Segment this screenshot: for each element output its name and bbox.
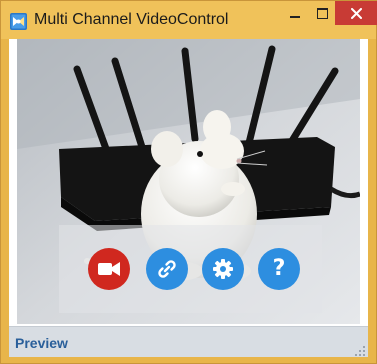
window-title: Multi Channel VideoControl (34, 11, 229, 28)
close-icon (350, 7, 362, 19)
close-button[interactable] (335, 1, 377, 25)
status-bar: Preview (9, 326, 368, 357)
maximize-icon (316, 7, 328, 19)
minimize-button[interactable] (281, 1, 309, 25)
minimize-icon (290, 16, 300, 18)
maximize-button[interactable] (309, 1, 335, 25)
gear-icon (213, 259, 233, 279)
link-button[interactable] (146, 248, 188, 290)
help-button[interactable]: ? (258, 248, 300, 290)
record-button[interactable] (88, 248, 130, 290)
app-window: Multi Channel VideoControl ? Preview (0, 0, 377, 364)
client-area: ? Preview (9, 39, 368, 357)
video-camera-icon (98, 262, 120, 276)
help-icon: ? (272, 256, 286, 281)
link-icon (158, 260, 176, 278)
status-label: Preview (15, 335, 68, 351)
title-bar[interactable]: Multi Channel VideoControl (1, 1, 377, 39)
app-icon (10, 13, 27, 30)
resize-grip-icon[interactable] (355, 346, 365, 356)
settings-button[interactable] (202, 248, 244, 290)
